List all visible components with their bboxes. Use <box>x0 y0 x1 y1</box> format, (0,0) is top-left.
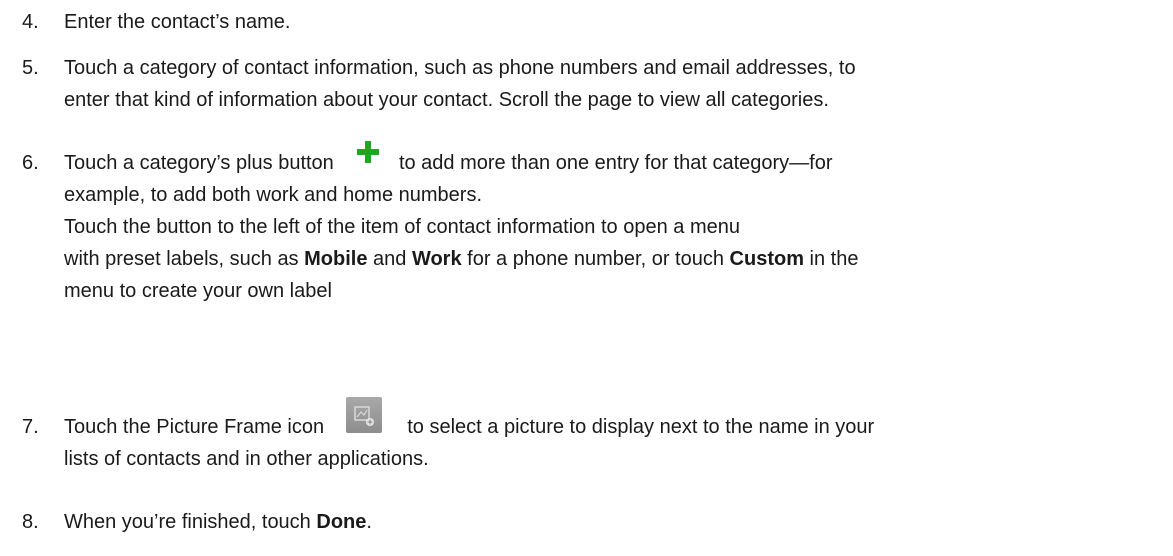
step-text-line-1: Touch the Picture Frame icon to select a… <box>64 397 875 439</box>
step-number: 7. <box>22 416 39 438</box>
step-number: 6. <box>22 152 39 174</box>
text-run: and <box>367 248 412 270</box>
step-text-line-3: Touch the button to the left of the item… <box>64 216 740 238</box>
label-done: Done <box>316 511 367 533</box>
picture-frame-icon <box>345 397 382 433</box>
step-text-line-1: Touch a category of contact information,… <box>64 57 856 79</box>
step-text-after-icon: to add more than one entry for that cate… <box>398 152 833 174</box>
step-text: Enter the contact’s name. <box>64 11 291 33</box>
step-text-line-5: menu to create your own label <box>64 280 332 302</box>
step-text-before-icon: Touch the Picture Frame icon <box>64 416 325 438</box>
step-text-before-icon: Touch a category’s plus button <box>64 152 334 174</box>
label-mobile: Mobile <box>304 248 368 270</box>
step-text: When you’re finished, touch Done. <box>64 510 372 534</box>
text-run: When you’re finished, touch <box>64 511 317 533</box>
step-number: 4. <box>22 11 39 33</box>
plus-icon <box>357 141 380 163</box>
step-number: 8. <box>22 511 39 533</box>
step-text-line-2: enter that kind of information about you… <box>64 89 829 111</box>
text-run: in the <box>804 248 859 270</box>
label-custom: Custom <box>729 248 804 270</box>
text-run: . <box>366 511 372 533</box>
instructions-page: 4. Enter the contact’s name. 5. Touch a … <box>0 0 1173 556</box>
step-number: 5. <box>22 57 39 79</box>
step-text-line-2: example, to add both work and home numbe… <box>64 184 483 206</box>
step-text-line-1: Touch a category’s plus button to add mo… <box>64 141 833 175</box>
step-text-after-icon: to select a picture to display next to t… <box>407 416 875 438</box>
step-text-line-4: with preset labels, such as Mobile and W… <box>64 247 858 271</box>
label-work: Work <box>411 248 462 270</box>
text-run: with preset labels, such as <box>64 248 305 270</box>
step-text-line-2: lists of contacts and in other applicati… <box>64 448 429 470</box>
text-run: for a phone number, or touch <box>461 248 730 270</box>
